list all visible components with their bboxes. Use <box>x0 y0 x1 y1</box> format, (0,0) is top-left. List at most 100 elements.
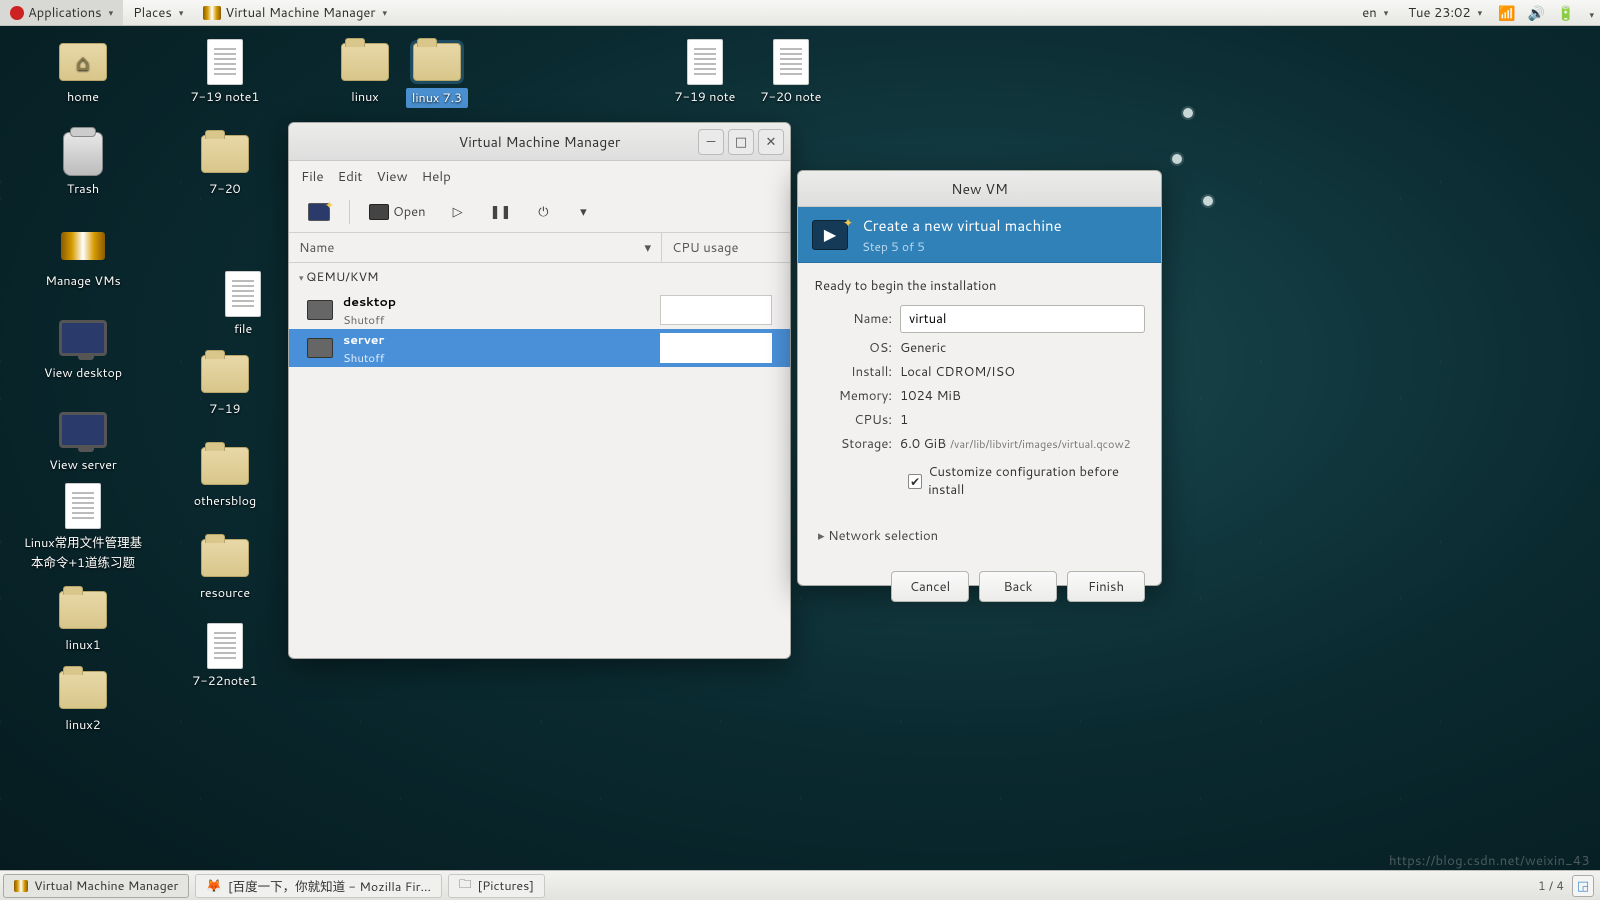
desktop-icon-managevms[interactable]: Manage VMs <box>18 224 148 290</box>
screen-icon <box>59 320 107 356</box>
watermark: https://blog.csdn.net/weixin_43 <box>1389 852 1590 870</box>
desktop-icon-linuxdoc[interactable]: Linux常用文件管理基本命令+1道练习题 <box>18 484 148 572</box>
folder-icon <box>413 43 461 81</box>
menu-edit[interactable]: Edit <box>338 167 363 186</box>
col-cpu-label: CPU usage <box>672 239 738 257</box>
columns-header: Name▾ CPU usage <box>289 233 790 263</box>
desktop-icon-note720[interactable]: 7-20 note <box>726 40 856 106</box>
back-button[interactable]: Back <box>979 571 1057 602</box>
vm-name: desktop <box>343 293 396 311</box>
separator <box>349 200 350 224</box>
clock[interactable]: Tue 23:02 <box>1398 4 1492 22</box>
desktop-icon-viewserver[interactable]: View server <box>18 408 148 474</box>
applications-label: Applications <box>28 4 102 22</box>
close-button[interactable]: ✕ <box>758 129 784 155</box>
shutdown-menu-button[interactable]: ▾ <box>566 197 600 227</box>
desktop-icon-viewdesktop[interactable]: View desktop <box>18 316 148 382</box>
folder-icon <box>59 671 107 709</box>
label-os: OS: <box>814 339 900 357</box>
applications-menu[interactable]: Applications <box>0 0 123 25</box>
icon-label: linux1 <box>65 636 100 654</box>
desktop-icon-trash[interactable]: Trash <box>18 132 148 198</box>
dlg-titlebar[interactable]: New VM <box>798 171 1161 207</box>
system-tray: en Tue 23:02 📶 🔊 🔋 <box>1352 3 1600 23</box>
vm-status: Shutoff <box>343 349 384 366</box>
icon-label: 7-19 note1 <box>191 88 260 106</box>
col-name[interactable]: Name▾ <box>289 233 662 262</box>
desktop-icon-note719[interactable]: 7-19 note1 <box>160 40 290 106</box>
desktop-icon-note722[interactable]: 7-22note1 <box>160 624 290 690</box>
wifi-icon[interactable]: 📶 <box>1492 3 1521 23</box>
icon-label: 7-22note1 <box>192 672 257 690</box>
vm-row-desktop[interactable]: desktopShutoff <box>289 291 790 329</box>
col-cpu[interactable]: CPU usage <box>662 233 790 262</box>
name-input[interactable] <box>900 305 1145 333</box>
finish-button[interactable]: Finish <box>1067 571 1145 602</box>
vmm-titlebar[interactable]: Virtual Machine Manager — □ ✕ <box>289 123 790 161</box>
desktop-icon-linux73[interactable]: linux 7.3 <box>372 40 502 108</box>
label-cpus: CPUs: <box>814 411 900 429</box>
menu-view[interactable]: View <box>377 167 408 186</box>
app-menu[interactable]: Virtual Machine Manager <box>193 0 397 25</box>
desktop-icon-home[interactable]: home <box>18 40 148 106</box>
icon-label: resource <box>200 584 250 602</box>
icon-label: home <box>67 88 99 106</box>
wallpaper-dot <box>1172 154 1182 164</box>
connection-qemu[interactable]: QEMU/KVM <box>289 263 790 291</box>
hero-title: Create a new virtual machine <box>862 215 1062 236</box>
network-label: Network selection <box>828 527 938 545</box>
icon-label: 7-20 <box>209 180 240 198</box>
vm-name: server <box>343 331 384 349</box>
vmm-window: Virtual Machine Manager — □ ✕ File Edit … <box>288 122 791 659</box>
desktop-icon-linux2[interactable]: linux2 <box>18 668 148 734</box>
desktop-icon-resource[interactable]: resource <box>160 536 290 602</box>
task-pictures[interactable]: 🗀[Pictures] <box>448 874 545 898</box>
vm-row-server[interactable]: serverShutoff <box>289 329 790 367</box>
dlg-hero: ▶ Create a new virtual machine Step 5 of… <box>798 207 1161 263</box>
icon-label: 7-20 note <box>761 88 822 106</box>
desktop-icon-f720[interactable]: 7-20 <box>160 132 290 198</box>
task-vmm[interactable]: Virtual Machine Manager <box>3 874 189 898</box>
desktop-icon-linux1[interactable]: linux1 <box>18 588 148 654</box>
icon-label: file <box>234 320 252 338</box>
menu-help[interactable]: Help <box>422 167 451 186</box>
cpu-sparkline <box>660 295 772 325</box>
pause-button[interactable]: ❚❚ <box>481 197 521 227</box>
menu-file[interactable]: File <box>301 167 324 186</box>
home-icon <box>59 43 107 81</box>
battery-icon[interactable]: 🔋 <box>1551 3 1580 23</box>
document-icon <box>207 623 243 669</box>
volume-icon[interactable]: 🔊 <box>1522 3 1551 23</box>
value-install: Local CDROM/ISO <box>900 363 1145 381</box>
wallpaper-dot <box>1203 196 1213 206</box>
icon-label: linux2 <box>65 716 100 734</box>
desktop-icon-othersblog[interactable]: othersblog <box>160 444 290 510</box>
places-menu[interactable]: Places <box>123 0 193 25</box>
workspace-switcher-icon[interactable]: ◲ <box>1572 875 1594 897</box>
value-storage-path: /var/lib/libvirt/images/virtual.qcow2 <box>950 436 1130 452</box>
folder-icon <box>201 355 249 393</box>
task-firefox[interactable]: 🦊[百度一下，你就知道 - Mozilla Fir... <box>195 874 442 898</box>
cancel-button[interactable]: Cancel <box>891 571 969 602</box>
back-label: Back <box>1004 578 1033 596</box>
network-selection-expander[interactable]: Network selection <box>818 527 1145 545</box>
value-storage-size: 6.0 GiB <box>900 435 946 453</box>
open-label: Open <box>393 203 426 221</box>
new-vm-button[interactable] <box>299 197 339 227</box>
value-os: Generic <box>900 339 1145 357</box>
desktop-icon-f719[interactable]: 7-19 <box>160 352 290 418</box>
user-menu[interactable] <box>1580 3 1600 23</box>
dlg-title: New VM <box>951 179 1008 199</box>
input-lang[interactable]: en <box>1352 4 1398 22</box>
run-button[interactable]: ▷ <box>441 197 475 227</box>
monitor-icon <box>369 204 389 220</box>
label-storage: Storage: <box>814 435 900 453</box>
checkbox-icon[interactable]: ✔ <box>908 474 922 489</box>
minimize-button[interactable]: — <box>698 129 724 155</box>
shutdown-button[interactable]: ⏻ <box>526 197 560 227</box>
customize-checkbox-row[interactable]: ✔Customize configuration before install <box>908 463 1145 499</box>
maximize-button[interactable]: □ <box>728 129 754 155</box>
task-label: [Pictures] <box>477 877 533 895</box>
open-button[interactable]: Open <box>360 197 435 227</box>
workspace-pager[interactable]: 1 / 4 <box>1538 877 1564 894</box>
